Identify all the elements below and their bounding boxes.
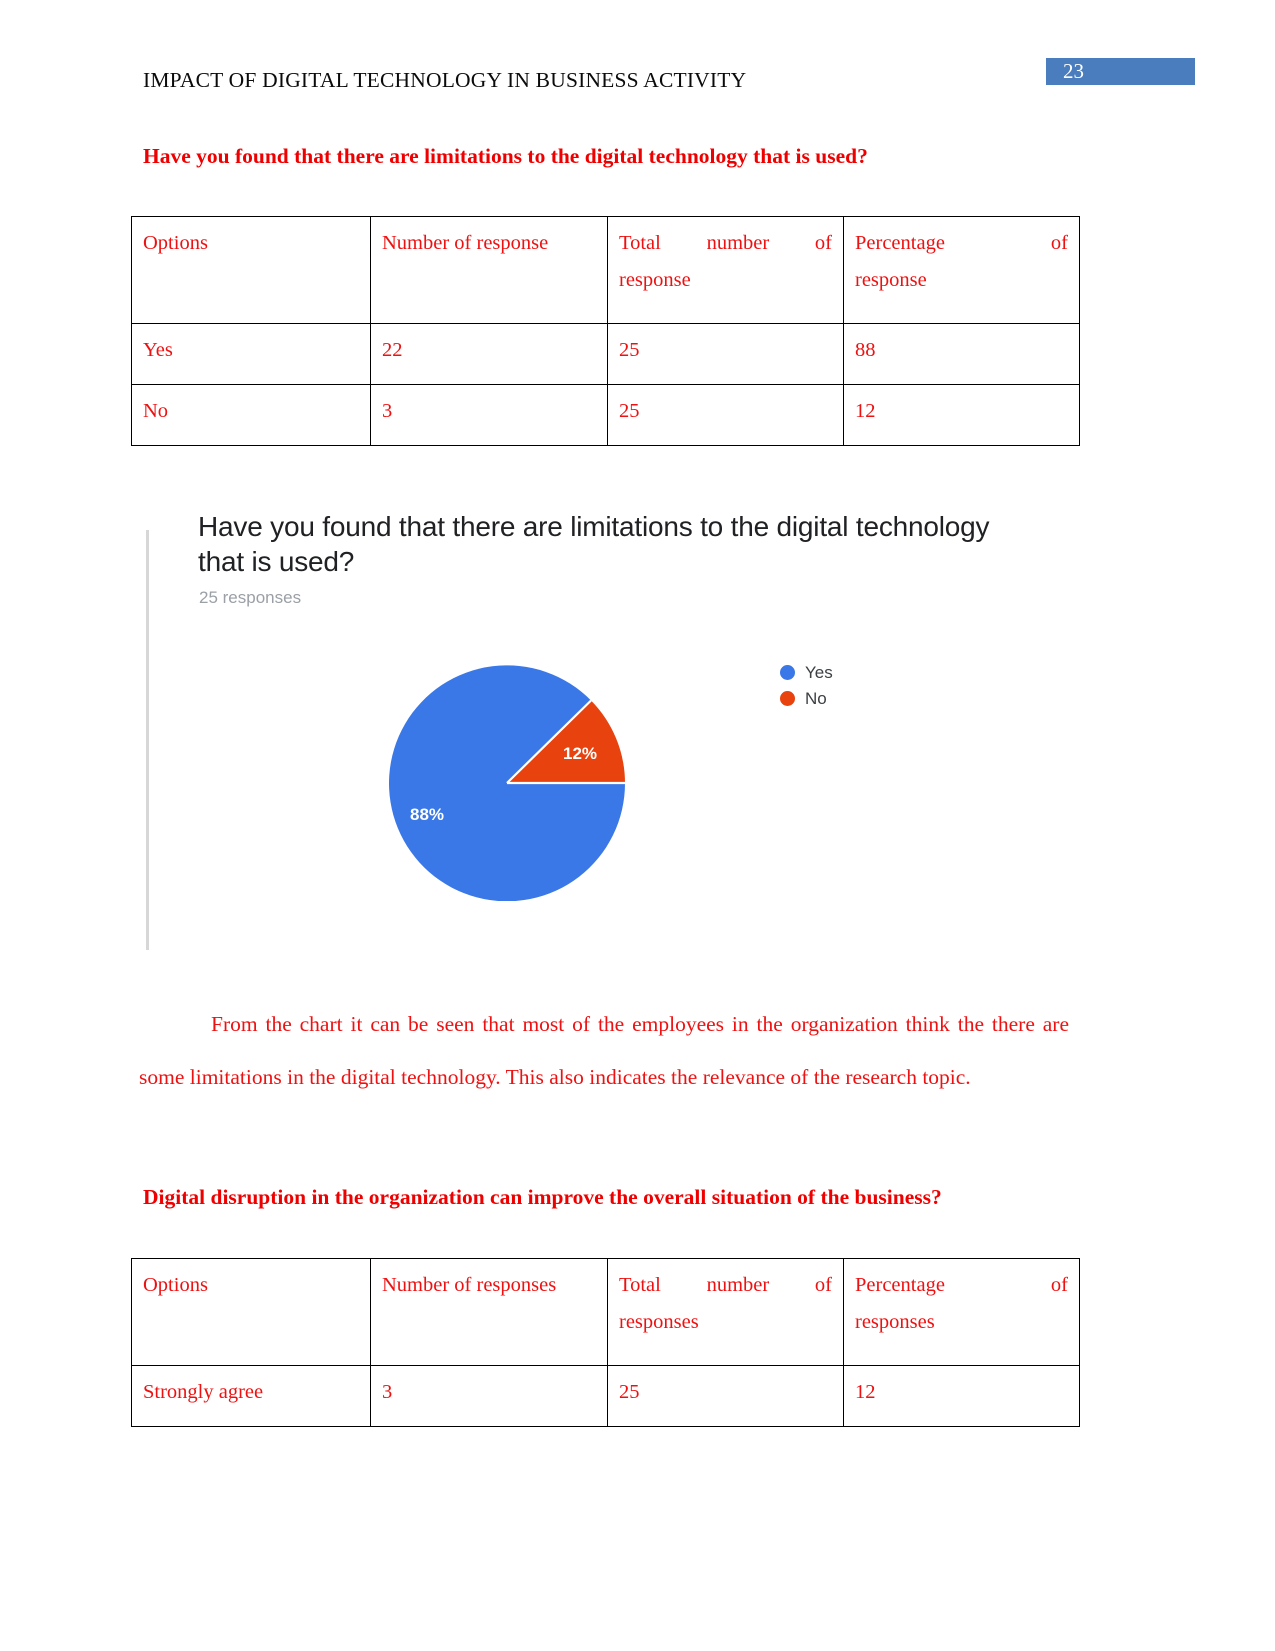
table-row: Strongly agree 3 25 12 — [131, 1365, 1080, 1427]
question-heading-2: Digital disruption in the organization c… — [143, 1185, 942, 1209]
header-cell-total: Total number of responses — [607, 1258, 844, 1366]
chart-response-count: 25 responses — [199, 588, 302, 607]
header-percentage-line1: Percentage of — [855, 1274, 1068, 1296]
legend-dot-yes-icon — [780, 665, 795, 680]
cell-option: No — [131, 384, 371, 446]
header-total-line2: response — [619, 269, 691, 292]
header-cell-total: Total number of response — [607, 216, 844, 324]
chart-legend: Yes No — [780, 660, 833, 712]
table-row: No 3 25 12 — [131, 384, 1080, 446]
chart-question-title: Have you found that there are limitation… — [198, 511, 990, 577]
response-table-1: Options Number of response Total number … — [131, 216, 1080, 446]
document-page: IMPACT OF DIGITAL TECHNOLOGY IN BUSINESS… — [0, 0, 1275, 1651]
legend-label-no: No — [805, 688, 827, 708]
legend-item-yes: Yes — [780, 660, 833, 685]
pie-chart: 12% 88% — [389, 665, 625, 901]
header-total-line1: Total number of — [619, 232, 832, 254]
header-cell-number: Number of response — [370, 216, 608, 324]
legend-item-no: No — [780, 686, 833, 711]
pie-chart-svg — [389, 665, 625, 901]
cell-number: 22 — [370, 323, 608, 385]
cell-option: Yes — [131, 323, 371, 385]
header-percentage-line2: responses — [855, 1311, 935, 1334]
header-options-text: Options — [143, 1274, 208, 1296]
header-cell-options: Options — [131, 216, 371, 324]
cell-percentage: 12 — [843, 384, 1080, 446]
cell-option: Strongly agree — [131, 1365, 371, 1427]
page-number-badge: 23 — [1046, 58, 1195, 85]
header-options-text: Options — [143, 232, 208, 254]
cell-total: 25 — [607, 323, 844, 385]
table-header-row: Options Number of response Total number … — [131, 216, 1080, 324]
header-cell-percentage: Percentage of response — [843, 216, 1080, 324]
question-heading-1: Have you found that there are limitation… — [143, 144, 868, 168]
header-percentage-line2: response — [855, 269, 927, 292]
cell-percentage: 88 — [843, 323, 1080, 385]
header-number-text: Number of response — [382, 232, 549, 254]
analysis-paragraph: From the chart it can be seen that most … — [139, 1012, 1069, 1090]
cell-total: 25 — [607, 384, 844, 446]
cell-percentage: 12 — [843, 1365, 1080, 1427]
response-table-2: Options Number of responses Total number… — [131, 1258, 1080, 1427]
legend-label-yes: Yes — [805, 662, 833, 682]
table-header-row: Options Number of responses Total number… — [131, 1258, 1080, 1366]
cell-number: 3 — [370, 384, 608, 446]
header-total-line1: Total number of — [619, 1274, 832, 1296]
table-row: Yes 22 25 88 — [131, 323, 1080, 385]
header-percentage-line1: Percentage of — [855, 232, 1068, 254]
header-total-line2: responses — [619, 1311, 699, 1334]
legend-dot-no-icon — [780, 691, 795, 706]
header-cell-percentage: Percentage of responses — [843, 1258, 1080, 1366]
pie-label-yes: 88% — [410, 805, 445, 824]
running-header-title: IMPACT OF DIGITAL TECHNOLOGY IN BUSINESS… — [143, 68, 747, 92]
page-number-label: 23 — [1063, 59, 1084, 83]
cell-number: 3 — [370, 1365, 608, 1427]
header-number-text: Number of responses — [382, 1274, 557, 1296]
cell-total: 25 — [607, 1365, 844, 1427]
pie-label-no: 12% — [563, 744, 598, 763]
header-cell-number: Number of responses — [370, 1258, 608, 1366]
header-cell-options: Options — [131, 1258, 371, 1366]
card-left-rule — [146, 530, 149, 950]
pie-chart-card: Have you found that there are limitation… — [146, 500, 1066, 955]
